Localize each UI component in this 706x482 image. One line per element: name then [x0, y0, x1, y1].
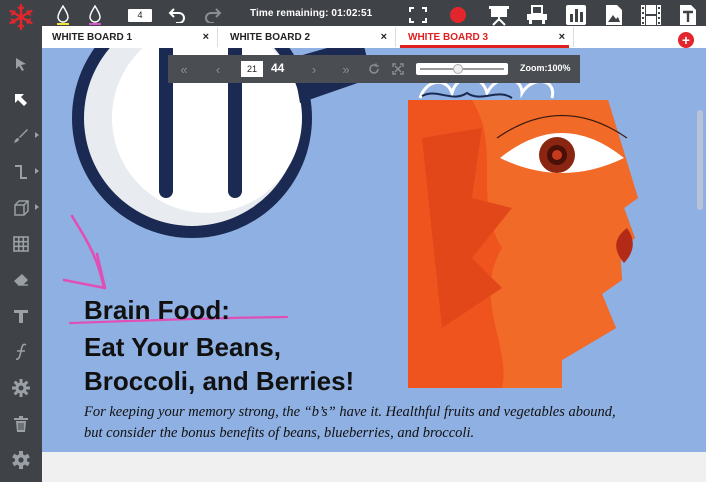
grid-icon[interactable]	[0, 226, 42, 262]
slide-headline-line-1: Brain Food:	[84, 295, 230, 325]
fit-screen-icon[interactable]	[386, 55, 410, 83]
connector-icon[interactable]	[0, 154, 42, 190]
prev-page-icon[interactable]: ‹	[204, 55, 232, 83]
formula-icon[interactable]	[0, 334, 42, 370]
zoom-slider[interactable]	[416, 63, 508, 75]
tab-label: WHITE BOARD 1	[52, 31, 132, 43]
tool-sidebar	[0, 34, 42, 482]
text-tool-icon[interactable]	[0, 298, 42, 334]
tab-bar: WHITE BOARD 1 × WHITE BOARD 2 × WHITE BO…	[42, 26, 706, 48]
zoom-label: Zoom:100%	[520, 63, 571, 73]
vertical-scrollbar[interactable]	[697, 110, 703, 210]
tab-whiteboard-3[interactable]: WHITE BOARD 3 ×	[398, 27, 574, 48]
add-tab-button[interactable]: +	[678, 32, 694, 48]
bottom-bar	[42, 452, 706, 482]
cube-icon[interactable]	[0, 190, 42, 226]
first-page-icon[interactable]: «	[170, 55, 198, 83]
close-icon[interactable]: ×	[381, 31, 387, 43]
page-navigator: « ‹ 21 44 › » Zoom:100%	[168, 55, 580, 83]
tab-label: WHITE BOARD 2	[230, 31, 310, 43]
gear-icon[interactable]	[0, 370, 42, 406]
slide-headline-line-3: Broccoli, and Berries!	[84, 366, 355, 396]
tab-whiteboard-2[interactable]: WHITE BOARD 2 ×	[220, 27, 396, 47]
select-arrow-icon[interactable]	[0, 46, 42, 82]
last-page-icon[interactable]: »	[332, 55, 360, 83]
next-page-icon[interactable]: ›	[300, 55, 328, 83]
eraser-icon[interactable]	[0, 262, 42, 298]
time-remaining: Time remaining: 01:02:51	[250, 8, 373, 19]
slide-headline-line-2: Eat Your Beans,	[84, 332, 281, 362]
current-page-input[interactable]: 21	[241, 61, 263, 77]
stroke-size-input[interactable]: 4	[128, 9, 152, 22]
close-icon[interactable]: ×	[203, 31, 209, 43]
pointer-arrow-icon[interactable]	[0, 82, 42, 118]
tab-label: WHITE BOARD 3	[408, 31, 488, 43]
zoom-handle[interactable]	[453, 64, 464, 74]
trash-icon[interactable]	[0, 406, 42, 442]
snowflake-logo[interactable]	[0, 0, 42, 34]
slide-blurb-line-1: For keeping your memory strong, the “b’s…	[84, 404, 616, 420]
slide-blurb-line-2: but consider the bonus benefits of beans…	[84, 425, 475, 441]
settings-icon[interactable]	[0, 442, 42, 478]
tab-whiteboard-1[interactable]: WHITE BOARD 1 ×	[42, 27, 218, 47]
total-pages: 44	[271, 61, 285, 75]
close-icon[interactable]: ×	[559, 31, 565, 43]
brush-icon[interactable]	[0, 118, 42, 154]
refresh-icon[interactable]	[362, 55, 386, 83]
